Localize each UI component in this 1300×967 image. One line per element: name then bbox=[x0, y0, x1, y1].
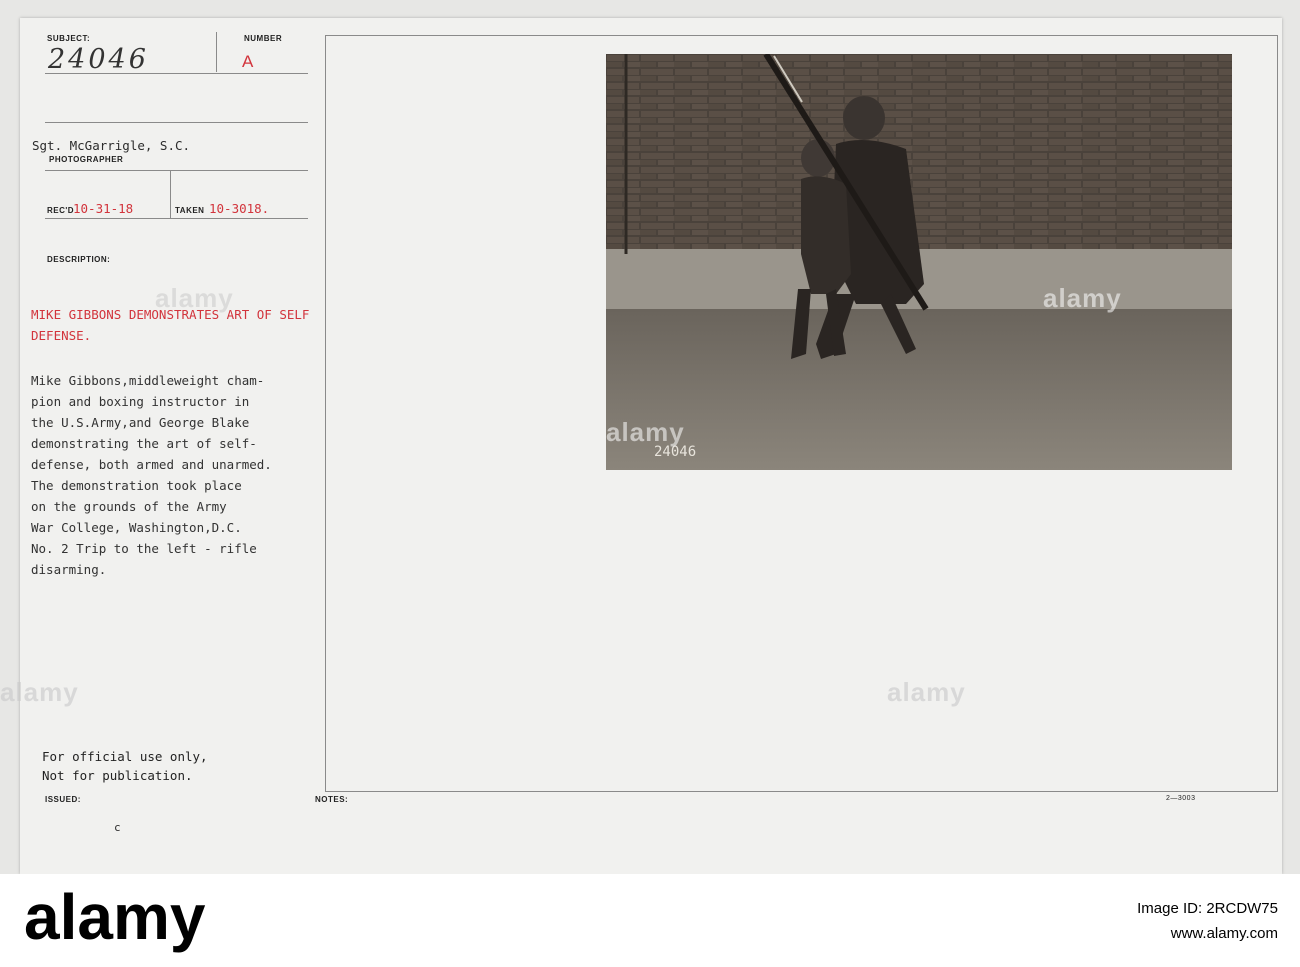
archival-photograph: 24046 bbox=[606, 54, 1232, 470]
taken-value: 10-3018. bbox=[209, 201, 270, 216]
image-id: 2RCDW75 bbox=[1206, 900, 1278, 917]
divider bbox=[45, 73, 308, 74]
divider bbox=[45, 170, 308, 171]
brand-logo: alamy bbox=[24, 881, 206, 953]
taken-label: TAKEN bbox=[175, 206, 205, 215]
number-label: NUMBER bbox=[244, 34, 283, 43]
watermark-logo: alamy bbox=[1043, 283, 1122, 313]
watermark-logo: alamy bbox=[0, 677, 79, 707]
photographer-label: PHOTOGRAPHER bbox=[49, 155, 124, 164]
official-use-note: For official use only, Not for publicati… bbox=[42, 749, 208, 783]
watermark-logo: alamy bbox=[155, 283, 234, 313]
description-label: DESCRIPTION: bbox=[47, 255, 111, 264]
recd-label: REC'D bbox=[47, 206, 75, 215]
issued-label: ISSUED: bbox=[45, 795, 81, 804]
number-value: A bbox=[242, 52, 254, 71]
image-info: Image ID: 2RCDW75 www.alamy.com bbox=[1137, 900, 1278, 942]
divider bbox=[45, 122, 308, 123]
watermark-logo: alamy bbox=[887, 677, 966, 707]
divider bbox=[216, 32, 217, 72]
photo-illustration: 24046 bbox=[606, 54, 1232, 470]
issued-mark: c bbox=[114, 821, 121, 834]
description-body: Mike Gibbons,middleweight cham- pion and… bbox=[31, 373, 272, 577]
form-code: 2—3003 bbox=[1166, 795, 1196, 802]
recd-value: 10-31-18 bbox=[73, 201, 134, 216]
site-url: www.alamy.com bbox=[1170, 925, 1278, 942]
subject-number: 24046 bbox=[48, 44, 149, 75]
divider bbox=[45, 218, 308, 219]
divider bbox=[170, 170, 171, 218]
notes-label: NOTES: bbox=[315, 795, 349, 804]
subject-label: SUBJECT: bbox=[47, 34, 91, 43]
photographer-name: Sgt. McGarrigle, S.C. bbox=[32, 138, 191, 153]
image-id-label: Image ID: bbox=[1137, 900, 1203, 917]
watermark-logo: alamy bbox=[606, 417, 685, 447]
